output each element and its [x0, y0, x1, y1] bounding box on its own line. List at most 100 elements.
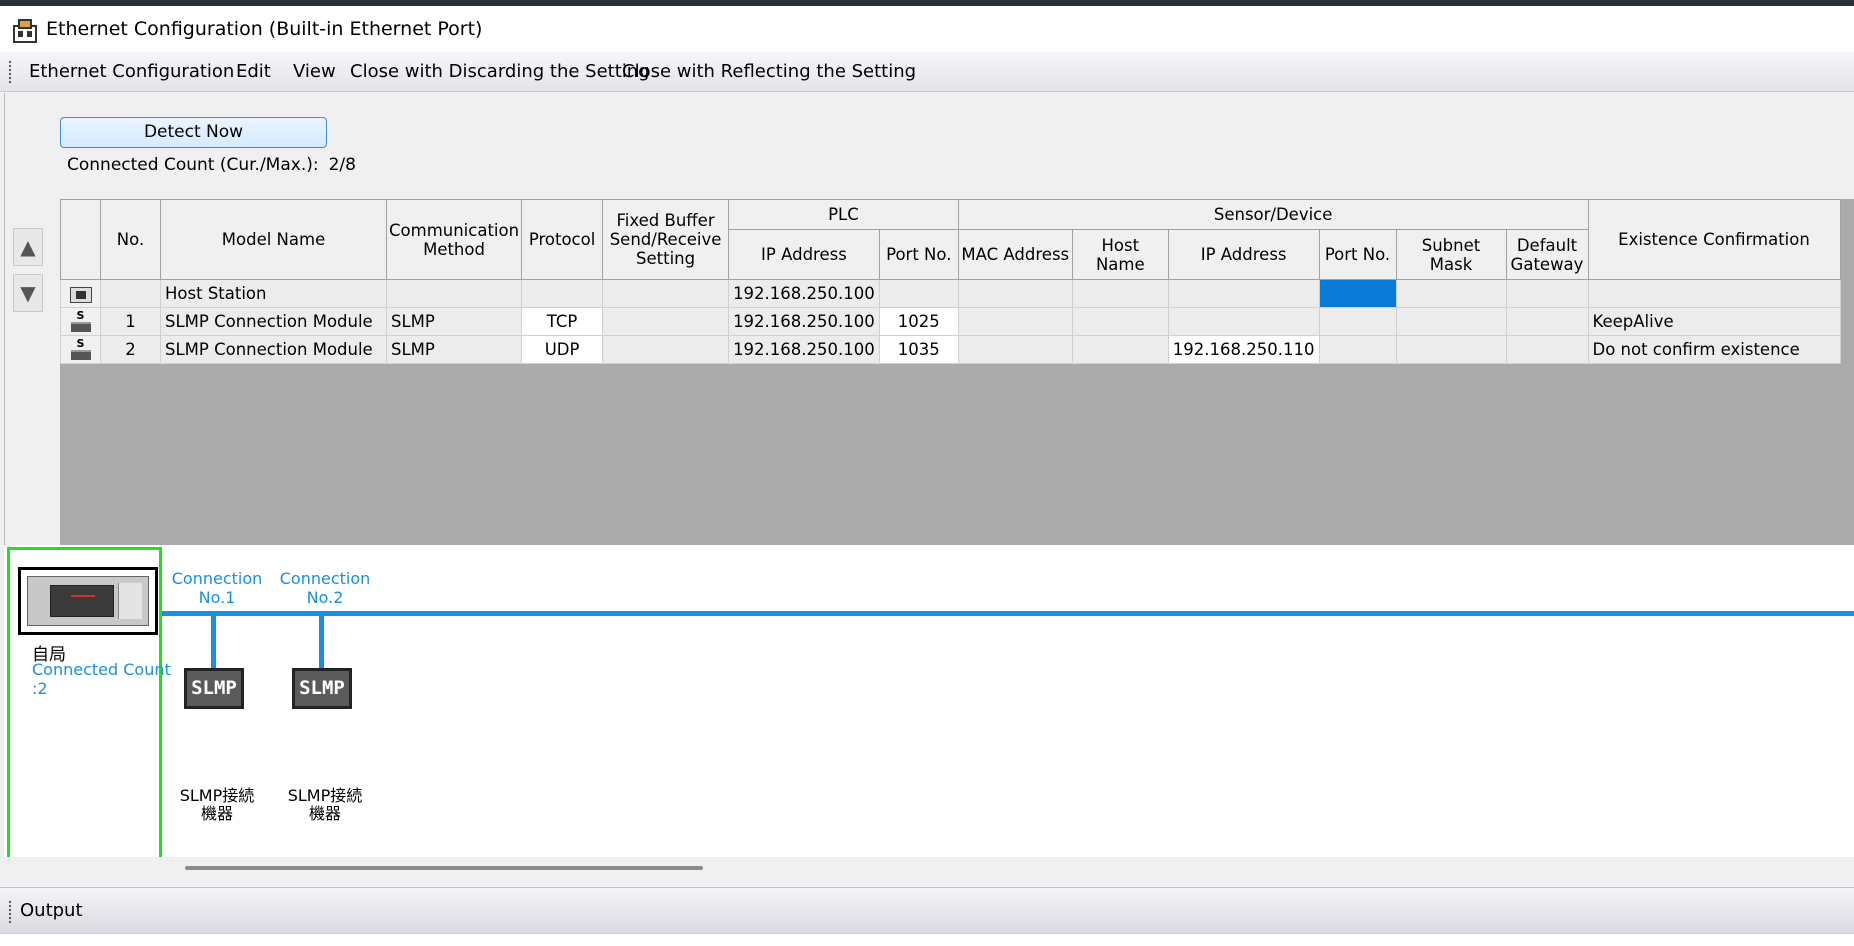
cell-fixed-buffer[interactable] [602, 279, 730, 308]
header-protocol: Protocol [521, 199, 604, 280]
slmp-module-icon: S [60, 335, 101, 364]
slmp-module-icon: S [60, 307, 101, 336]
menu-edit[interactable]: Edit [236, 61, 271, 82]
cell-host-name[interactable] [1071, 279, 1169, 308]
cell-communication-method[interactable]: SLMP [385, 307, 523, 336]
cell-fixed-buffer[interactable] [602, 307, 730, 336]
output-title: Output [20, 900, 83, 921]
host-connected-count: Connected Count :2 [32, 660, 171, 698]
menu-close-reflect[interactable]: Close with Reflecting the Setting [622, 61, 916, 82]
connection-number: No.2 [306, 588, 344, 607]
app-window: Ethernet Configuration (Built-in Etherne… [0, 0, 1854, 946]
cell-default-gateway[interactable] [1505, 335, 1589, 364]
host-station-icon [60, 279, 101, 308]
cell-no[interactable]: 2 [100, 335, 161, 364]
menu-bar: Ethernet Configuration Edit View Close w… [0, 52, 1854, 92]
header-communication-method: Communication Method [385, 199, 523, 280]
cell-existence-confirmation[interactable]: Do not confirm existence [1587, 335, 1841, 364]
cell-model-name[interactable]: SLMP Connection Module [160, 335, 387, 364]
app-icon [13, 19, 37, 43]
header-host-name: Host Name [1071, 229, 1169, 280]
device-label-line: SLMP接続 [179, 786, 255, 805]
header-plc-ip: IP Address [728, 229, 880, 280]
cell-communication-method[interactable] [385, 279, 523, 308]
header-no: No. [100, 199, 161, 280]
slmp-device-icon[interactable]: SLMP [292, 668, 352, 709]
connection-label-text: Connection [279, 569, 371, 588]
slmp-device-icon[interactable]: SLMP [184, 668, 244, 709]
window-title: Ethernet Configuration (Built-in Etherne… [46, 18, 483, 40]
plc-unit-icon[interactable] [18, 567, 158, 635]
header-model-name: Model Name [160, 199, 387, 280]
table-row[interactable]: S 2 SLMP Connection Module SLMP UDP 192.… [60, 335, 1841, 364]
header-sensor-port: Port No. [1318, 229, 1397, 280]
header-default-gateway: Default Gateway [1505, 229, 1589, 280]
scrollbar-thumb[interactable] [185, 866, 703, 870]
ethernet-bus-line [162, 611, 1854, 616]
cell-plc-ip[interactable]: 192.168.250.100 [728, 279, 880, 308]
header-sensor-ip: IP Address [1167, 229, 1320, 280]
output-grip-icon[interactable] [8, 900, 12, 924]
move-up-arrow-icon[interactable]: ▲ [13, 228, 43, 266]
network-diagram: 自局 Connected Count :2 Connection No.1 SL… [4, 545, 1854, 883]
cell-default-gateway[interactable] [1505, 307, 1589, 336]
cell-plc-ip[interactable]: 192.168.250.100 [728, 307, 880, 336]
cell-host-name[interactable] [1071, 307, 1169, 336]
cell-host-name[interactable] [1071, 335, 1169, 364]
cell-subnet-mask[interactable] [1395, 335, 1507, 364]
cell-protocol[interactable]: UDP [521, 335, 604, 364]
connection-number: No.1 [198, 588, 236, 607]
connection-label-1: Connection No.1 [162, 569, 272, 607]
connection-line-1 [211, 616, 216, 668]
connection-label-text: Connection [171, 569, 263, 588]
move-down-arrow-icon[interactable]: ▼ [13, 274, 43, 312]
menu-close-discard[interactable]: Close with Discarding the Setting [350, 61, 650, 82]
cell-existence-confirmation[interactable] [1587, 279, 1841, 308]
menu-view[interactable]: View [293, 61, 336, 82]
cell-communication-method[interactable]: SLMP [385, 335, 523, 364]
cell-default-gateway[interactable] [1505, 279, 1589, 308]
menu-grip-icon[interactable] [8, 60, 12, 84]
output-panel-body [0, 933, 1854, 946]
connection-label-2: Connection No.2 [270, 569, 380, 607]
cell-plc-port[interactable]: 1035 [878, 335, 959, 364]
cell-plc-port[interactable] [878, 279, 959, 308]
cell-subnet-mask[interactable] [1395, 307, 1507, 336]
title-bar: Ethernet Configuration (Built-in Etherne… [0, 0, 1854, 52]
cell-sensor-ip[interactable] [1167, 307, 1320, 336]
cell-sensor-port[interactable] [1318, 307, 1397, 336]
diagram-horizontal-scrollbar[interactable] [4, 857, 1854, 887]
cell-protocol[interactable]: TCP [521, 307, 604, 336]
cell-plc-ip[interactable]: 192.168.250.100 [728, 335, 880, 364]
menu-ethernet-configuration[interactable]: Ethernet Configuration [29, 61, 234, 82]
cell-plc-port[interactable]: 1025 [878, 307, 959, 336]
cell-sensor-ip[interactable]: 192.168.250.110 [1167, 335, 1320, 364]
header-plc-port: Port No. [878, 229, 959, 280]
connection-grid: No. Model Name Communication Method Prot… [60, 199, 1854, 545]
cell-model-name[interactable]: SLMP Connection Module [160, 307, 387, 336]
header-mac-address: MAC Address [957, 229, 1073, 280]
connection-line-2 [319, 616, 324, 668]
table-row[interactable]: S 1 SLMP Connection Module SLMP TCP 192.… [60, 307, 1841, 336]
host-station-frame[interactable]: 自局 Connected Count :2 [7, 547, 171, 883]
cell-protocol[interactable] [521, 279, 604, 308]
cell-sensor-ip[interactable] [1167, 279, 1320, 308]
cell-mac-address[interactable] [957, 307, 1073, 336]
cell-subnet-mask[interactable] [1395, 279, 1507, 308]
connected-count-label: Connected Count (Cur./Max.): [67, 155, 319, 175]
table-row[interactable]: Host Station 192.168.250.100 [60, 279, 1841, 308]
cell-sensor-port[interactable] [1318, 335, 1397, 364]
cell-existence-confirmation[interactable]: KeepAlive [1587, 307, 1841, 336]
cell-fixed-buffer[interactable] [602, 335, 730, 364]
header-fixed-buffer: Fixed Buffer Send/Receive Setting [602, 199, 730, 280]
cell-sensor-port-selected[interactable] [1318, 279, 1397, 308]
cell-no[interactable] [100, 279, 161, 308]
cell-mac-address[interactable] [957, 335, 1073, 364]
cell-model-name[interactable]: Host Station [160, 279, 387, 308]
host-count-label: Connected Count [32, 660, 171, 679]
detect-now-button[interactable]: Detect Now [60, 117, 327, 148]
host-count-value: :2 [32, 679, 48, 698]
header-subnet-mask: Subnet Mask [1395, 229, 1507, 280]
cell-mac-address[interactable] [957, 279, 1073, 308]
cell-no[interactable]: 1 [100, 307, 161, 336]
